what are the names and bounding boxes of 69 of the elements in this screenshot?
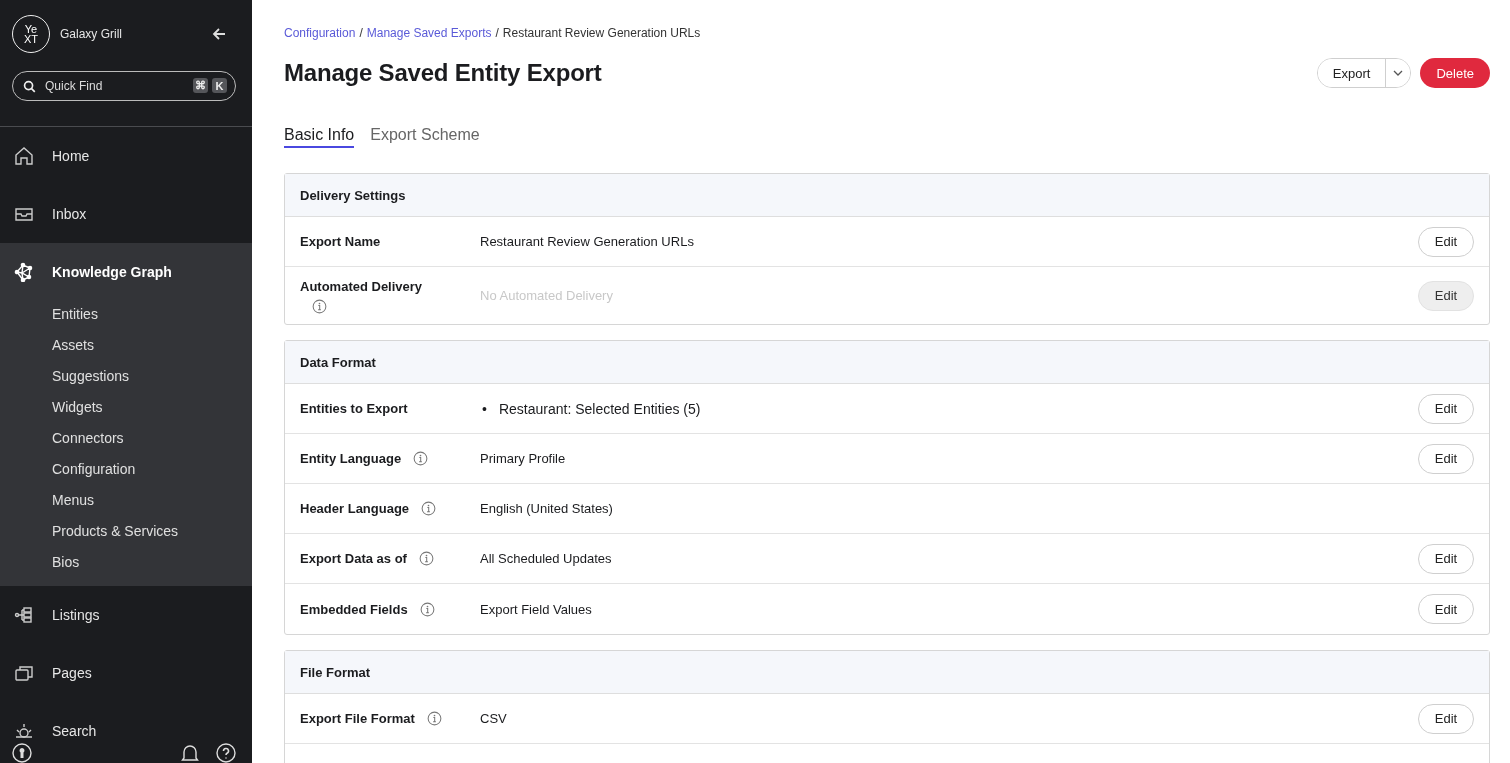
section-title: File Format bbox=[300, 664, 371, 680]
nav-item[interactable]: Pages bbox=[0, 644, 252, 702]
info-icon[interactable] bbox=[418, 551, 434, 566]
edit-button[interactable]: Edit bbox=[1418, 443, 1474, 474]
back-arrow-icon[interactable] bbox=[211, 26, 227, 42]
field-label: Export Data as of bbox=[300, 551, 407, 566]
edit-button[interactable]: Edit bbox=[1418, 226, 1474, 257]
windows-icon bbox=[14, 663, 34, 683]
nav-subitem[interactable]: Entities bbox=[0, 299, 252, 330]
list-item: Restaurant: Selected Entities (5) bbox=[498, 400, 701, 417]
shortcut-key: ⌘ bbox=[193, 78, 208, 93]
nav-subitem[interactable]: Widgets bbox=[0, 392, 252, 423]
network-icon bbox=[14, 262, 34, 282]
field-label: Entities to Export bbox=[300, 401, 408, 416]
nav-subitem[interactable]: Bios bbox=[0, 547, 252, 578]
bullet: • bbox=[482, 400, 487, 417]
nav-item[interactable]: Knowledge Graph bbox=[0, 243, 252, 301]
field-label: Embedded Fields bbox=[300, 601, 408, 617]
breadcrumb-link[interactable]: Configuration bbox=[284, 26, 356, 40]
field-label: Export Name bbox=[300, 234, 381, 249]
field-value: English (United States) bbox=[480, 501, 613, 516]
nav-subitem[interactable]: Suggestions bbox=[0, 361, 252, 392]
caret-icon bbox=[1393, 70, 1404, 76]
info-icon[interactable] bbox=[312, 299, 327, 314]
page-title: Manage Saved Entity Export bbox=[284, 59, 602, 87]
sun-icon bbox=[14, 721, 34, 738]
org-name: Galaxy Grill bbox=[60, 27, 123, 41]
nav-subitem[interactable]: Configuration bbox=[0, 454, 252, 485]
breadcrumb-current: Restaurant Review Generation URLs bbox=[502, 26, 701, 40]
breadcrumb-link[interactable]: Manage Saved Exports bbox=[366, 26, 492, 40]
tab[interactable]: Basic Info bbox=[284, 126, 355, 148]
field-value: Primary Profile bbox=[480, 451, 566, 466]
info-icon[interactable] bbox=[426, 711, 442, 726]
house-icon bbox=[14, 146, 34, 166]
bell-icon[interactable] bbox=[180, 743, 200, 763]
field-label: Automated Delivery bbox=[300, 279, 423, 294]
info-icon[interactable] bbox=[421, 501, 437, 516]
nav-item[interactable]: Home bbox=[0, 127, 252, 185]
edit-button[interactable]: Edit bbox=[1418, 393, 1474, 424]
help-icon[interactable] bbox=[216, 743, 236, 763]
nav-item[interactable]: Search bbox=[0, 702, 252, 738]
section-title: Data Format bbox=[300, 354, 376, 370]
shortcut-key: K bbox=[212, 78, 227, 93]
search-icon bbox=[23, 80, 36, 93]
field-label: Entity Language bbox=[300, 451, 402, 466]
breadcrumb-separator: / bbox=[359, 26, 363, 40]
field-value: Export Field Values bbox=[480, 601, 592, 617]
nav-subitem[interactable]: Assets bbox=[0, 330, 252, 361]
info-icon[interactable] bbox=[413, 451, 429, 466]
edit-button[interactable]: Edit bbox=[1418, 703, 1474, 734]
nav-subitem[interactable]: Connectors bbox=[0, 423, 252, 454]
nav-subitem[interactable]: Menus bbox=[0, 485, 252, 516]
section-title: Delivery Settings bbox=[300, 187, 406, 203]
info-icon[interactable] bbox=[419, 601, 435, 617]
nav-item[interactable]: Inbox bbox=[0, 185, 252, 243]
nav-subitem[interactable]: Products & Services bbox=[0, 516, 252, 547]
edit-button[interactable]: Edit bbox=[1418, 594, 1474, 624]
field-value: CSV bbox=[480, 711, 507, 726]
delete-button[interactable]: Delete bbox=[1420, 58, 1490, 88]
edit-button[interactable]: Edit bbox=[1418, 543, 1474, 574]
field-label: Header Language bbox=[300, 501, 410, 516]
breadcrumb-separator: / bbox=[495, 26, 499, 40]
field-value: Restaurant Review Generation URLs bbox=[480, 234, 694, 249]
tab[interactable]: Export Scheme bbox=[370, 126, 480, 148]
field-label: Export File Format bbox=[300, 711, 415, 726]
field-value: All Scheduled Updates bbox=[480, 551, 612, 566]
tree-icon bbox=[14, 605, 34, 625]
nav-item[interactable]: Listings bbox=[0, 586, 252, 644]
lightbulb-icon[interactable] bbox=[12, 743, 32, 763]
